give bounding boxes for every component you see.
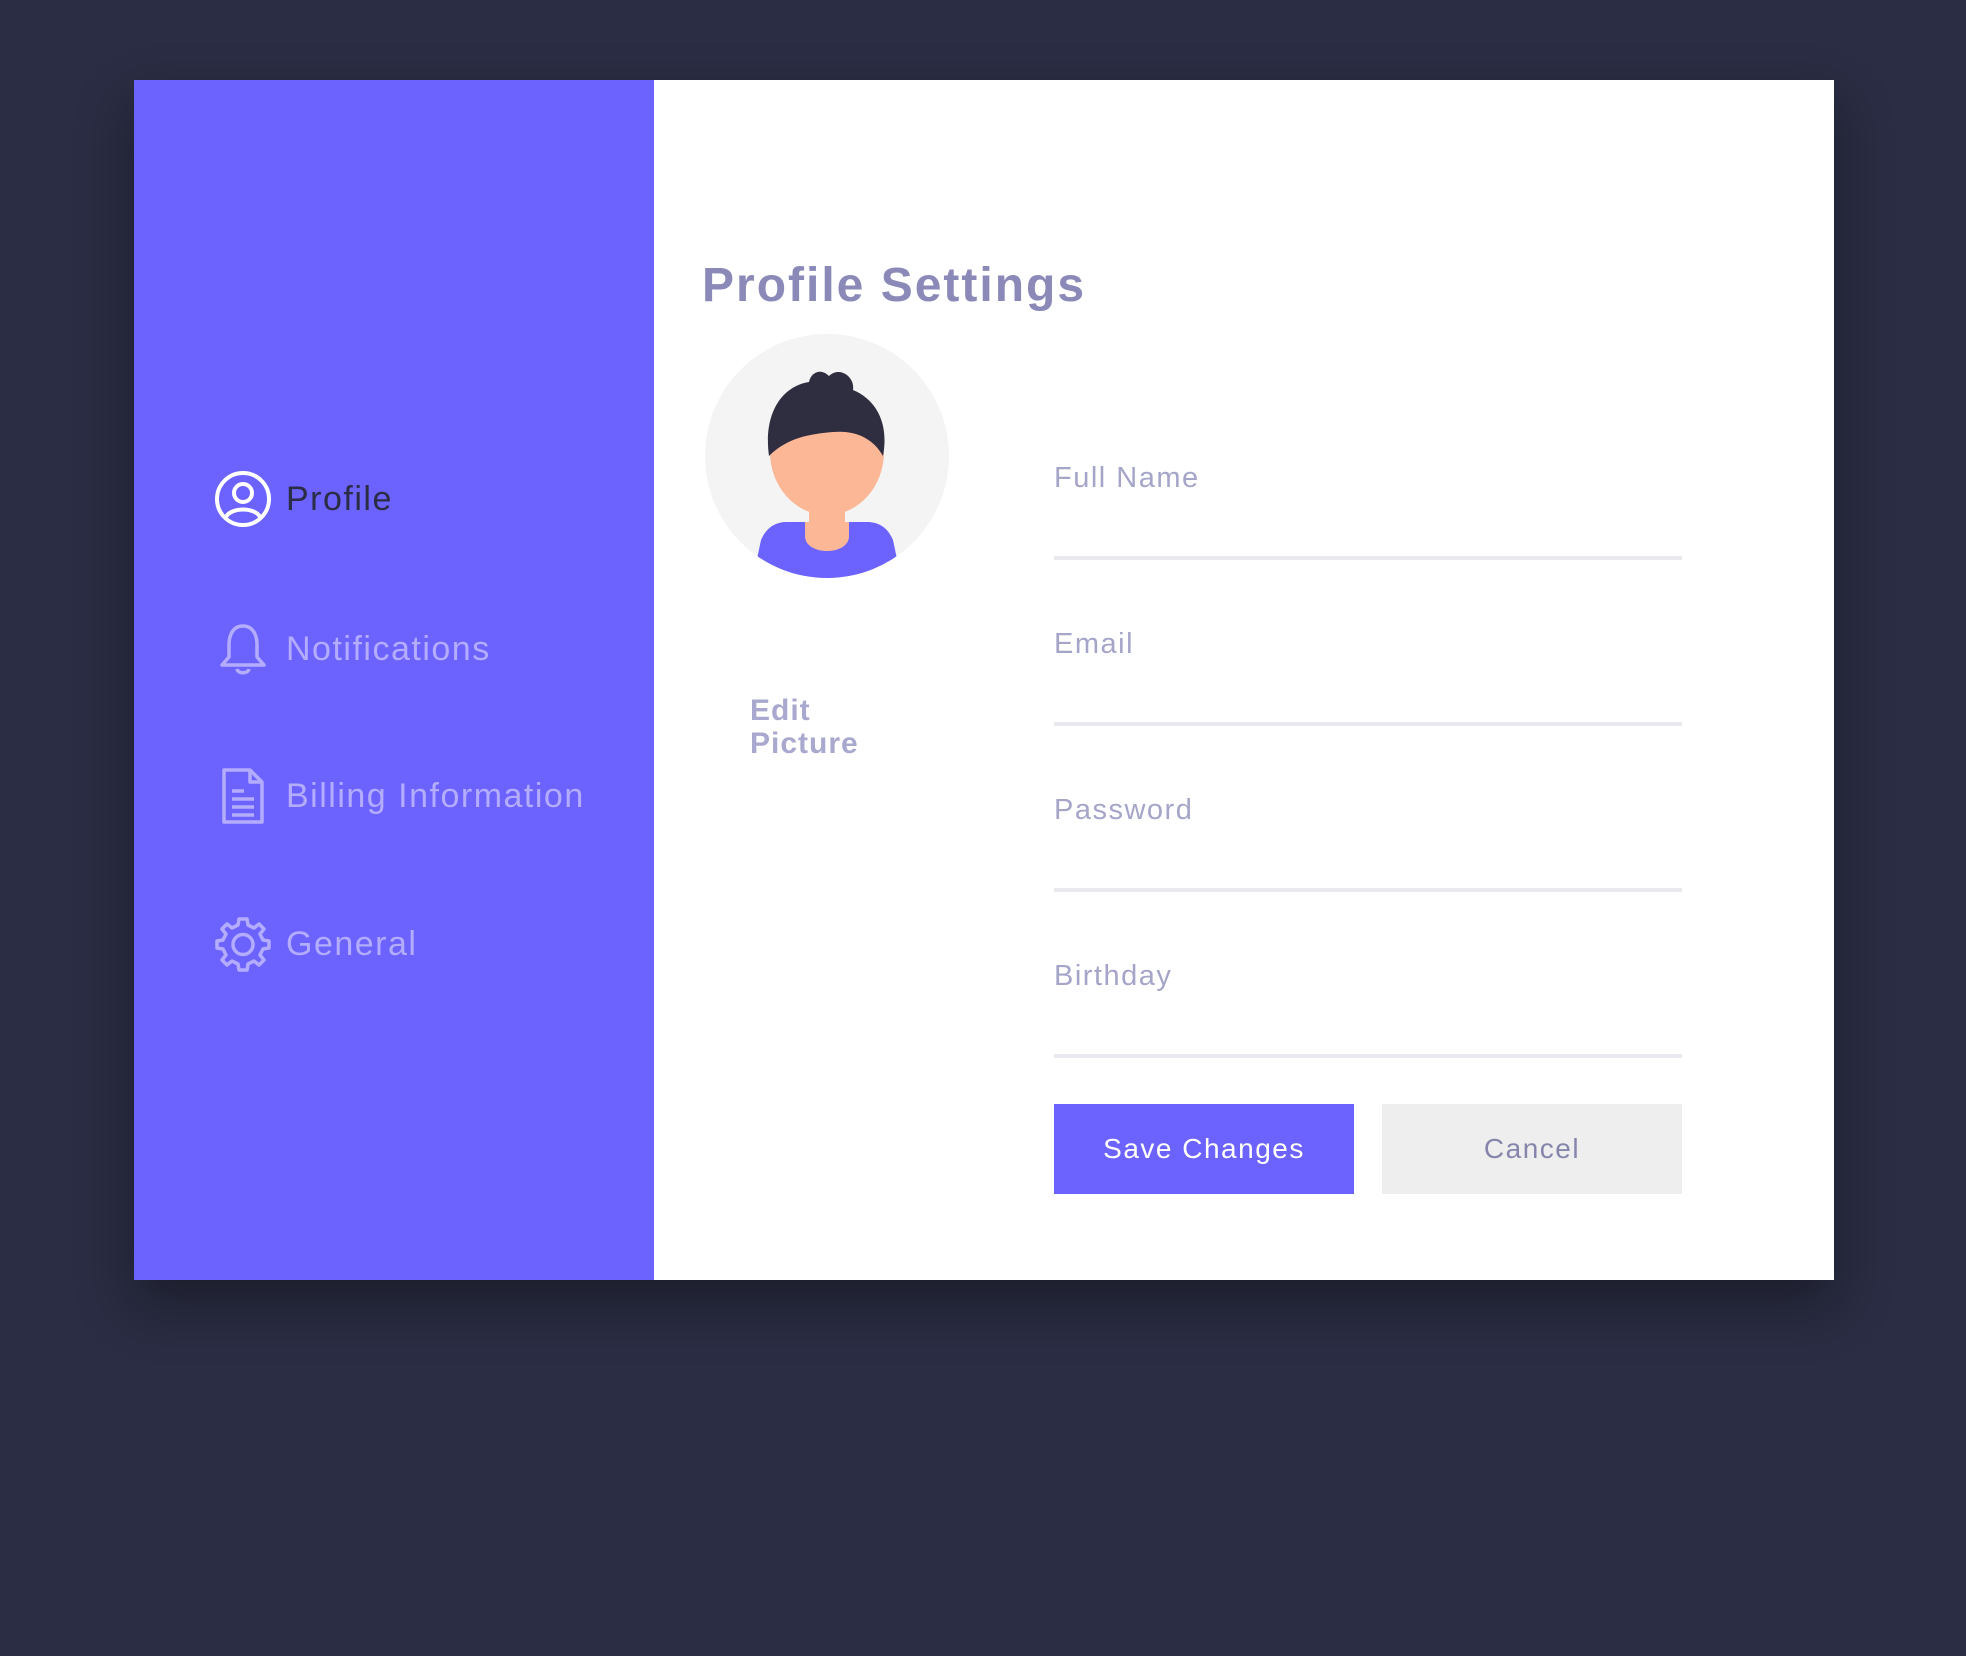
sidebar-item-label: General [286, 924, 418, 963]
sidebar-item-profile[interactable]: Profile [214, 470, 393, 528]
bell-icon [214, 620, 272, 678]
sidebar: Profile Notifications Billing Informatio… [134, 80, 654, 1280]
main-panel: Profile Settings Edit Picture Full Name … [654, 80, 1834, 1280]
save-changes-button[interactable]: Save Changes [1054, 1104, 1354, 1194]
document-icon [214, 767, 272, 825]
birthday-field-group: Birthday [1054, 960, 1682, 1058]
full-name-field-group: Full Name [1054, 462, 1682, 560]
edit-picture-link[interactable]: Edit Picture [750, 694, 890, 760]
password-field-group: Password [1054, 794, 1682, 892]
birthday-field[interactable] [1054, 1008, 1682, 1058]
cancel-button[interactable]: Cancel [1382, 1104, 1682, 1194]
avatar-illustration [705, 334, 949, 578]
full-name-field[interactable] [1054, 510, 1682, 560]
sidebar-item-billing[interactable]: Billing Information [214, 767, 585, 825]
user-circle-icon [214, 470, 272, 528]
email-label: Email [1054, 628, 1135, 660]
settings-card: Profile Notifications Billing Informatio… [134, 80, 1834, 1280]
sidebar-item-label: Profile [286, 479, 393, 518]
avatar[interactable] [705, 334, 949, 578]
password-label: Password [1054, 794, 1194, 826]
gear-icon [214, 915, 272, 973]
full-name-label: Full Name [1054, 462, 1200, 494]
email-field-group: Email [1054, 628, 1682, 726]
page-title: Profile Settings [702, 259, 1087, 312]
sidebar-item-notifications[interactable]: Notifications [214, 620, 491, 678]
email-field[interactable] [1054, 676, 1682, 726]
password-field[interactable] [1054, 842, 1682, 892]
sidebar-item-general[interactable]: General [214, 915, 417, 973]
sidebar-item-label: Notifications [286, 629, 491, 668]
birthday-label: Birthday [1054, 960, 1173, 992]
sidebar-item-label: Billing Information [286, 776, 585, 815]
